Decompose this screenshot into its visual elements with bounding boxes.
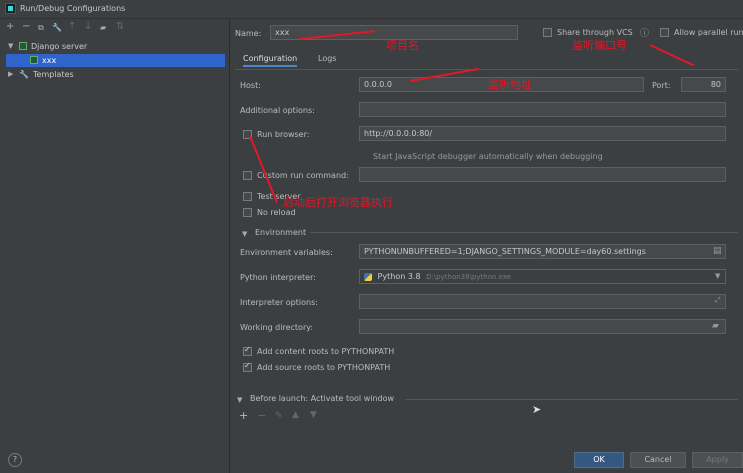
env-vars-label: Environment variables:: [240, 248, 333, 257]
tab-configuration[interactable]: Configuration: [243, 54, 298, 67]
chevron-down-icon[interactable]: ▼: [237, 396, 242, 404]
remove-icon[interactable]: −: [22, 21, 30, 32]
working-dir-label: Working directory:: [240, 323, 314, 332]
arrow-up-icon[interactable]: ↑: [68, 21, 76, 32]
interpreter-options-label: Interpreter options:: [240, 298, 318, 307]
config-form: Name: xxx Share through VCS ⓘ Allow para…: [230, 19, 743, 473]
allow-parallel-checkbox[interactable]: [660, 28, 669, 37]
tab-logs[interactable]: Logs: [318, 54, 336, 63]
interpreter-name: Python 3.8: [377, 272, 421, 281]
annotation-port: 监听端口号: [572, 39, 627, 52]
environment-section-label[interactable]: Environment: [255, 228, 306, 237]
name-label: Name:: [235, 29, 262, 38]
source-roots-label: Add source roots to PYTHONPATH: [257, 363, 391, 372]
additional-options-label: Additional options:: [240, 106, 315, 115]
tree-group-label: Django server: [31, 42, 88, 51]
annotation-browser: 启动后打开浏览器执行: [283, 196, 393, 209]
env-vars-input[interactable]: PYTHONUNBUFFERED=1;DJANGO_SETTINGS_MODUL…: [359, 244, 726, 259]
tree-item-label: xxx: [42, 56, 57, 65]
content-roots-label: Add content roots to PYTHONPATH: [257, 347, 395, 356]
custom-run-command-label: Custom run command:: [257, 171, 349, 180]
wrench-icon[interactable]: 🔧: [52, 23, 62, 32]
config-tree-pane: + − ⧉ 🔧 ↑ ↓ ▰ ⇅ ▼ Django server xxx ▶ 🔧 …: [0, 19, 230, 473]
content-roots-checkbox[interactable]: [243, 345, 252, 356]
wrench-icon: 🔧: [19, 70, 29, 79]
arrow-up-icon[interactable]: ▲: [292, 410, 299, 420]
custom-run-command-input[interactable]: [359, 167, 726, 182]
additional-options-input[interactable]: [359, 102, 726, 117]
no-reload-checkbox[interactable]: [243, 208, 252, 217]
list-edit-icon[interactable]: ▤: [713, 246, 722, 256]
interpreter-label: Python interpreter:: [240, 273, 316, 282]
help-circle-icon[interactable]: ⓘ: [640, 26, 649, 39]
section-divider: [405, 399, 738, 400]
python-icon: [364, 272, 372, 281]
chevron-right-icon[interactable]: ▶: [8, 70, 13, 78]
mouse-cursor-icon: ➤: [532, 403, 542, 416]
tree-group-templates[interactable]: ▶ 🔧 Templates: [0, 68, 229, 81]
source-roots-checkbox[interactable]: [243, 361, 252, 372]
js-debugger-label: Start JavaScript debugger automatically …: [373, 152, 603, 161]
sort-icon[interactable]: ⇅: [116, 21, 124, 32]
app-icon: [5, 3, 16, 14]
django-icon: [30, 56, 38, 64]
tree-item-xxx[interactable]: xxx: [6, 54, 225, 67]
remove-icon[interactable]: −: [257, 409, 266, 422]
chevron-down-icon[interactable]: ▼: [242, 230, 247, 238]
working-dir-input[interactable]: [359, 319, 726, 334]
section-divider: [310, 232, 738, 233]
before-launch-label[interactable]: Before launch: Activate tool window: [250, 394, 394, 403]
add-icon[interactable]: +: [6, 21, 14, 32]
run-browser-url-input[interactable]: http://0.0.0.0:80/: [359, 126, 726, 141]
title-bar: Run/Debug Configurations: [0, 0, 743, 19]
chevron-down-icon[interactable]: ▼: [8, 42, 13, 50]
chevron-down-icon[interactable]: ▼: [715, 272, 720, 280]
templates-label: Templates: [33, 70, 74, 79]
apply-button[interactable]: Apply: [692, 452, 743, 468]
expand-icon[interactable]: ⤢: [715, 296, 721, 305]
interpreter-select[interactable]: Python 3.8 D:\python38\python.exe: [359, 269, 726, 284]
window-title: Run/Debug Configurations: [20, 4, 126, 13]
tab-divider: [235, 69, 738, 70]
custom-run-command-checkbox[interactable]: [243, 171, 252, 180]
port-label: Port:: [652, 81, 671, 90]
share-vcs-checkbox[interactable]: [543, 28, 552, 37]
host-label: Host:: [240, 81, 261, 90]
arrow-down-icon[interactable]: ▼: [310, 410, 317, 420]
arrow-down-icon[interactable]: ↓: [84, 21, 92, 32]
share-vcs-label: Share through VCS: [557, 28, 633, 37]
folder-icon[interactable]: ▰: [712, 321, 719, 331]
cancel-button[interactable]: Cancel: [630, 452, 686, 468]
tree-group-django[interactable]: ▼ Django server: [0, 40, 229, 53]
folder-icon[interactable]: ▰: [100, 23, 106, 32]
test-server-checkbox[interactable]: [243, 192, 252, 201]
annotation-project-name: 项目名: [386, 39, 419, 52]
interpreter-options-input[interactable]: [359, 294, 726, 309]
port-input[interactable]: 80: [681, 77, 726, 92]
help-button[interactable]: ?: [8, 453, 22, 467]
copy-icon[interactable]: ⧉: [38, 23, 44, 33]
allow-parallel-label: Allow parallel run: [674, 28, 743, 37]
ok-button[interactable]: OK: [574, 452, 624, 468]
run-browser-label: Run browser:: [257, 130, 310, 139]
annotation-host: 监听地址: [488, 78, 532, 91]
edit-icon[interactable]: ✎: [275, 411, 283, 421]
add-icon[interactable]: +: [239, 409, 248, 422]
django-icon: [19, 42, 27, 50]
interpreter-path: D:\python38\python.exe: [426, 273, 512, 281]
